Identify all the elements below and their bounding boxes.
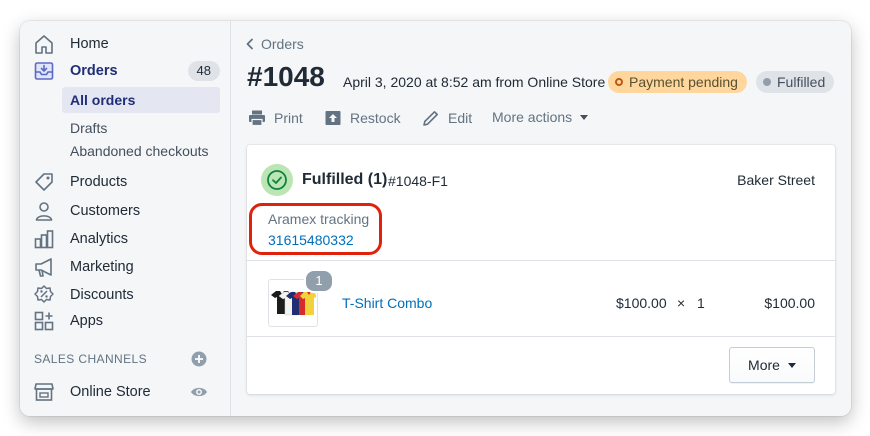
caret-down-icon xyxy=(580,114,589,120)
fulfillment-title: Fulfilled (1) xyxy=(302,171,388,188)
sidebar-item-marketing[interactable]: Marketing xyxy=(20,255,230,279)
sidebar-subitem-label: Abandoned checkouts xyxy=(70,143,209,159)
tracking-number-link[interactable]: 31615480332 xyxy=(268,232,354,248)
caret-down-icon xyxy=(787,362,796,368)
status-dot-icon xyxy=(615,78,623,86)
sidebar-item-analytics[interactable]: Analytics xyxy=(20,227,230,251)
main-content: Orders #1048 April 3, 2020 at 8:52 am fr… xyxy=(231,21,851,416)
sidebar-item-online-store[interactable]: Online Store xyxy=(20,380,230,404)
edit-label: Edit xyxy=(448,110,473,126)
sidebar-item-label: Apps xyxy=(70,313,104,329)
line-total: $100.00 xyxy=(764,295,815,311)
fulfillment-status-badge: Fulfilled xyxy=(756,71,835,93)
more-button-label: More xyxy=(748,357,780,373)
page-title: #1048 xyxy=(247,61,325,92)
status-dot-icon xyxy=(763,78,771,86)
order-meta: April 3, 2020 at 8:52 am from Online Sto… xyxy=(343,74,606,90)
orders-icon xyxy=(34,62,54,80)
restock-button[interactable]: Restock xyxy=(324,109,401,127)
more-button[interactable]: More xyxy=(729,347,815,383)
divider xyxy=(247,260,835,261)
times-sign: × xyxy=(677,295,686,311)
tag-icon xyxy=(35,173,53,191)
apps-grid-icon xyxy=(34,311,54,331)
sidebar-item-label: Home xyxy=(70,36,109,52)
add-sales-channel-icon[interactable] xyxy=(191,351,207,367)
print-button[interactable]: Print xyxy=(248,109,303,127)
megaphone-icon xyxy=(35,258,52,277)
tracking-label: Aramex tracking xyxy=(268,211,370,227)
printer-icon xyxy=(249,110,265,127)
fulfillment-id: #1048-F1 xyxy=(388,173,448,189)
quantity-badge: 1 xyxy=(304,269,334,293)
person-icon xyxy=(35,202,53,221)
fulfilled-check-icon xyxy=(261,164,293,196)
payment-status-badge: Payment pending xyxy=(608,71,747,93)
sidebar-item-label: Online Store xyxy=(70,384,151,400)
sidebar-item-orders[interactable]: Orders 48 xyxy=(20,59,230,83)
sidebar-item-home[interactable]: Home xyxy=(20,32,230,56)
sidebar-item-products[interactable]: Products xyxy=(20,170,230,194)
app-window: Home Orders 48 All orders Drafts Abandon… xyxy=(20,21,851,416)
sales-channels-heading: SALES CHANNELS xyxy=(34,352,147,366)
product-name-link[interactable]: T-Shirt Combo xyxy=(342,295,432,311)
sidebar-item-label: Marketing xyxy=(70,259,134,275)
sidebar: Home Orders 48 All orders Drafts Abandon… xyxy=(20,21,231,416)
chevron-left-icon xyxy=(246,38,253,50)
discount-badge-icon xyxy=(34,285,54,303)
bar-chart-icon xyxy=(34,230,54,249)
payment-status-label: Payment pending xyxy=(629,74,738,90)
sidebar-item-label: Analytics xyxy=(70,231,129,247)
restock-icon xyxy=(325,111,341,125)
pencil-icon xyxy=(423,111,438,126)
fulfillment-status-label: Fulfilled xyxy=(777,74,826,90)
fulfillment-location: Baker Street xyxy=(737,172,815,188)
more-actions-button[interactable]: More actions xyxy=(492,109,589,125)
sidebar-item-apps[interactable]: Apps xyxy=(20,309,230,333)
home-icon xyxy=(35,35,53,54)
print-label: Print xyxy=(274,110,303,126)
sidebar-item-label: Products xyxy=(70,174,128,190)
sidebar-subitem-all-orders[interactable]: All orders xyxy=(62,87,220,113)
eye-icon[interactable] xyxy=(190,385,208,399)
sidebar-subitem-label: All orders xyxy=(70,92,136,108)
unit-price: $100.00 xyxy=(616,295,667,311)
fulfillment-card: Fulfilled (1) #1048-F1 Baker Street Aram… xyxy=(247,145,835,394)
restock-label: Restock xyxy=(350,110,401,126)
divider xyxy=(247,336,835,337)
breadcrumb[interactable]: Orders xyxy=(245,36,304,52)
orders-count-badge: 48 xyxy=(187,61,220,81)
edit-button[interactable]: Edit xyxy=(422,109,472,127)
sidebar-item-label: Orders xyxy=(70,63,118,79)
sidebar-item-label: Discounts xyxy=(70,287,134,303)
store-icon xyxy=(34,383,54,401)
sidebar-subitem-label: Drafts xyxy=(70,120,108,136)
sidebar-item-label: Customers xyxy=(70,203,141,219)
sidebar-item-customers[interactable]: Customers xyxy=(20,199,230,223)
more-actions-label: More actions xyxy=(492,109,573,125)
sidebar-subitem-abandoned-checkouts[interactable]: Abandoned checkouts xyxy=(62,138,230,164)
line-quantity: 1 xyxy=(697,295,705,311)
breadcrumb-orders-link[interactable]: Orders xyxy=(261,36,304,52)
sidebar-item-discounts[interactable]: Discounts xyxy=(20,283,230,307)
